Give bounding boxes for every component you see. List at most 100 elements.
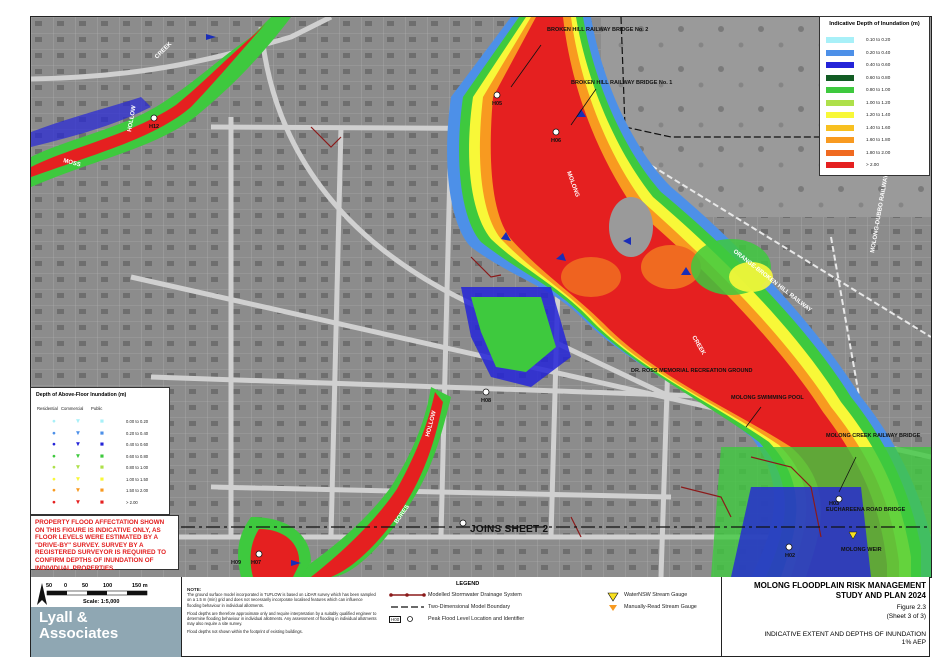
depth-label: 1.60 to 1.80 [866, 137, 891, 142]
label-euchareena: EUCHAREENA ROAD BRIDGE [826, 507, 906, 513]
depth-swatch [826, 112, 854, 118]
depth-swatch [826, 62, 854, 68]
depth-swatch [826, 37, 854, 43]
title-block: MOLONG FLOODPLAIN RISK MANAGEMENT STUDY … [721, 577, 932, 657]
peak-h05: H05 [492, 101, 502, 107]
depth-label: 1.20 to 1.40 [866, 112, 891, 117]
depth-label: 0.20 to 0.40 [866, 49, 891, 55]
depth-swatch [826, 124, 854, 131]
depth-label: > 2.00 [866, 162, 879, 167]
commercial-marker: ▼ [74, 487, 82, 494]
depth-legend-row: 0.40 to 0.60 [826, 61, 926, 70]
commercial-marker: ▼ [74, 441, 82, 448]
depth-swatch [826, 87, 854, 93]
label-dr-ross: DR. ROSS MEMORIAL RECREATION GROUND [631, 368, 752, 374]
depth-swatch [826, 149, 854, 156]
depth-legend-title: Indicative Depth of Inundation (m) [829, 21, 920, 27]
notes-p2: Flood depths are therefore approximate o… [187, 610, 377, 627]
floor-label: > 2.00 [126, 499, 138, 505]
depth-swatch [826, 99, 854, 106]
legend-block: LEGEND Modelled Stormwater Drainage Syst… [386, 577, 719, 657]
peak-h03: H03 [829, 501, 839, 507]
floor-legend-row: ● ▼ ■ 1.00 to 1.50 [31, 476, 171, 485]
notes-p3: Flood depths not shown within the footpr… [187, 629, 303, 635]
residential-marker: ● [52, 498, 56, 506]
label-bridge-1: BROKEN HILL RAILWAY BRIDGE No. 1 [571, 80, 672, 86]
depth-legend-row: 1.40 to 1.60 [826, 124, 926, 133]
legend-manual: Manually-Read Stream Gauge [624, 604, 697, 610]
residential-marker: ● [52, 429, 56, 437]
label-bridge-2: BROKEN HILL RAILWAY BRIDGE No. 2 [547, 27, 648, 33]
figure-number: Figure 2.3 [896, 604, 926, 611]
label-pool: MOLONG SWIMMING POOL [731, 395, 804, 401]
depth-swatch [826, 162, 854, 168]
residential-marker: ● [52, 464, 56, 471]
col-public: Public [91, 406, 103, 411]
floor-legend-row: ● ▼ ■ 0.60 to 0.80 [31, 453, 171, 462]
floor-label: 0.00 to 0.20 [126, 419, 149, 424]
depth-legend-row: 1.80 to 2.00 [826, 149, 926, 158]
peak-h06: H06 [551, 138, 561, 144]
depth-label: 1.00 to 1.20 [866, 99, 891, 105]
public-marker: ■ [100, 487, 104, 494]
north-arrow-icon [37, 583, 47, 605]
depth-legend-row: 0.60 to 0.80 [826, 74, 926, 83]
depth-legend: Indicative Depth of Inundation (m) 0.10 … [819, 16, 930, 176]
depth-label: 0.10 to 0.20 [866, 37, 891, 42]
notes: NOTE: The ground surface model incorpora… [187, 587, 377, 635]
scale-tick: 0 [64, 583, 67, 589]
scale-tick: 50 [82, 583, 88, 589]
legend-waternsw: WaterNSW Stream Gauge [624, 592, 688, 598]
floor-label: 0.80 to 1.00 [126, 465, 149, 470]
depth-swatch [826, 137, 854, 143]
title-main: MOLONG FLOODPLAIN RISK MANAGEMENT STUDY … [754, 581, 926, 601]
public-marker: ■ [100, 498, 104, 506]
commercial-marker: ▼ [74, 498, 82, 506]
depth-label: 1.80 to 2.00 [866, 149, 891, 155]
property-warning: PROPERTY FLOOD AFFECTATION SHOWN ON THIS… [30, 515, 179, 572]
depth-label: 0.40 to 0.60 [866, 62, 891, 67]
label-rail-bridge: MOLONG CREEK RAILWAY BRIDGE [826, 433, 921, 439]
gauge-icons [607, 592, 619, 611]
public-marker: ■ [100, 464, 104, 471]
peak-h09: H09 [231, 560, 241, 566]
label-weir: MOLONG WEIR [841, 547, 882, 553]
map-sheet: BROKEN HILL RAILWAY BRIDGE No. 2 BROKEN … [0, 0, 940, 665]
legend-symbols [389, 593, 426, 622]
depth-legend-row: > 2.00 [826, 161, 926, 170]
floor-legend-row: ● ▼ ■ > 2.00 [31, 499, 171, 508]
residential-marker: ● [52, 418, 56, 425]
notes-p1: The ground surface model incorporated in… [187, 592, 376, 608]
depth-legend-row: 0.20 to 0.40 [826, 49, 926, 58]
floor-legend-row: ● ▼ ■ 0.00 to 0.20 [31, 418, 171, 427]
scale-area: 50 0 50 100 150 m Scale: 1:5,000 Lyall &… [31, 577, 182, 657]
title-line2: STUDY AND PLAN 2024 [835, 591, 926, 600]
public-marker: ■ [100, 475, 104, 483]
title-line3: INDICATIVE EXTENT AND DEPTHS OF INUNDATI… [764, 631, 926, 638]
depth-label: 0.80 to 1.00 [866, 87, 891, 92]
scale-tick: 100 [103, 583, 112, 589]
legend-stormwater: Modelled Stormwater Drainage System [428, 592, 522, 598]
public-marker: ■ [100, 418, 104, 425]
legend-title: LEGEND [456, 581, 480, 587]
peak-h07: H07 [251, 560, 261, 566]
public-marker: ■ [100, 429, 104, 437]
residential-marker: ● [52, 475, 56, 483]
scale-bar: 50 0 50 100 150 m Scale: 1:5,000 [46, 583, 148, 605]
floor-label: 1.00 to 1.50 [126, 476, 149, 482]
depth-legend-row: 0.80 to 1.00 [826, 86, 926, 95]
depth-label: 0.60 to 0.80 [866, 74, 891, 80]
floor-legend-row: ● ▼ ■ 0.20 to 0.40 [31, 430, 171, 439]
scale-text: Scale: 1:5,000 [83, 599, 119, 605]
floor-legend-row: ● ▼ ■ 1.50 to 2.00 [31, 487, 171, 496]
peak-h08: H08 [481, 398, 491, 404]
commercial-marker: ▼ [74, 452, 82, 460]
floor-legend-title: Depth of Above-Floor Inundation (m) [36, 392, 127, 398]
scale-tick: 150 m [132, 583, 148, 589]
logo-line1: Lyall & [39, 609, 88, 626]
floor-legend-row: ● ▼ ■ 0.80 to 1.00 [31, 464, 171, 473]
commercial-marker: ▼ [74, 475, 82, 483]
floor-legend-row: ● ▼ ■ 0.40 to 0.60 [31, 441, 171, 450]
depth-swatch [826, 49, 854, 56]
peak-h12: H12 [149, 124, 159, 130]
